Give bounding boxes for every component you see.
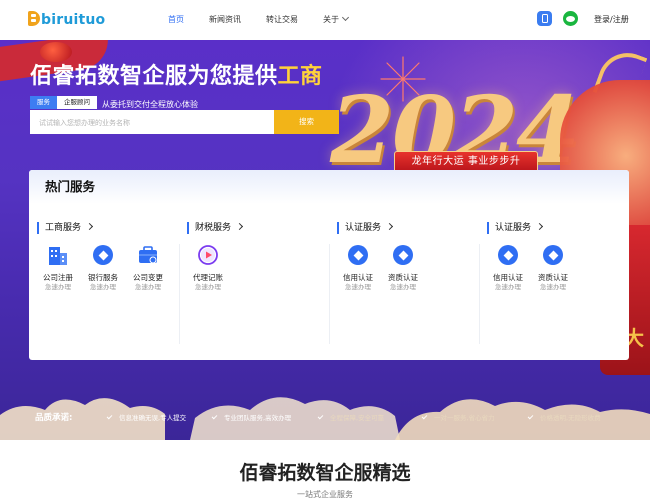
category-business[interactable]: 工商服务: [37, 222, 94, 234]
quality-item: 价格透明,无隐形收费: [527, 413, 601, 423]
section-subtitle: 一站式企业服务: [297, 490, 353, 499]
search-tabs: 服务 企服顾问: [30, 96, 97, 109]
chevron-right-icon: [385, 222, 394, 231]
service-sub: 急速办理: [195, 283, 221, 291]
check-icon: [527, 413, 534, 420]
banner-title-main: 佰睿拓数智企服为您提供: [30, 64, 278, 89]
service-name: 代理记账: [193, 273, 223, 282]
check-icon: [317, 413, 324, 420]
column-divider: [479, 244, 480, 344]
tab-service[interactable]: 服务: [30, 96, 57, 109]
search-box: [30, 110, 275, 136]
service-company-register[interactable]: 公司注册 急速办理: [36, 244, 80, 292]
diamond-icon: [542, 244, 564, 266]
diamond-icon: [347, 244, 369, 266]
hot-services-card: 热门服务 工商服务 公司注册 急速办理 银行服务 急速办理 公司变更 急速办理 …: [29, 170, 629, 360]
quality-item-text: 一对一服务,省心省力: [434, 414, 495, 422]
logo-text: biruituo: [41, 12, 106, 28]
play-icon: [197, 244, 219, 266]
quality-label: 品质承诺:: [35, 413, 73, 423]
category-certification[interactable]: 认证服务: [337, 222, 394, 234]
nav-item-home[interactable]: 首页: [168, 13, 184, 27]
category-label: 认证服务: [345, 223, 382, 233]
service-credit-cert[interactable]: 信用认证 急速办理: [336, 244, 380, 292]
service-name: 公司变更: [133, 273, 163, 282]
nav-about-label: 关于: [323, 15, 339, 24]
section-title: 佰睿拓数智企服精选: [239, 462, 411, 484]
quality-item: 信息准确无误,专人提交: [106, 413, 187, 423]
hot-services-header: [29, 170, 629, 204]
search-input[interactable]: [30, 111, 275, 136]
service-sub: 急速办理: [45, 283, 71, 291]
service-sub: 急速办理: [345, 283, 371, 291]
chevron-right-icon: [535, 222, 544, 231]
check-icon: [421, 413, 428, 420]
quality-item-text: 价格透明,无隐形收费: [540, 414, 601, 422]
quality-item: 专业团队服务,高效办理: [211, 413, 292, 423]
quality-promise-bar: 品质承诺: 信息准确无误,专人提交 专业团队服务,高效办理 全程保障,安全可靠 …: [0, 400, 650, 440]
service-sub: 急速办理: [135, 283, 161, 291]
nav-item-news[interactable]: 新闻资讯: [209, 13, 241, 27]
quality-item: 一对一服务,省心省力: [421, 413, 495, 423]
category-label: 认证服务: [495, 223, 532, 233]
category-label: 财税服务: [195, 223, 232, 233]
wechat-icon[interactable]: [563, 11, 578, 26]
briefcase-icon: [137, 244, 159, 266]
service-company-change[interactable]: 公司变更 急速办理: [126, 244, 170, 292]
column-divider: [179, 244, 180, 344]
check-icon: [211, 413, 218, 420]
service-name: 信用认证: [343, 273, 373, 282]
service-name: 资质认证: [538, 273, 568, 282]
page: biruituo 首页 新闻资讯 转让交易 关于 登录/注册 2024 大 佰睿…: [0, 0, 650, 500]
search-button[interactable]: 搜索: [274, 110, 339, 134]
building-icon: [47, 244, 69, 266]
hot-services-title: 热门服务: [45, 179, 96, 194]
service-bookkeeping[interactable]: 代理记账 急速办理: [186, 244, 230, 292]
column-divider: [329, 244, 330, 344]
mobile-phone-icon[interactable]: [537, 11, 552, 26]
diamond-icon: [392, 244, 414, 266]
service-credit-cert-2[interactable]: 信用认证 急速办理: [486, 244, 530, 292]
service-qualification-cert[interactable]: 资质认证 急速办理: [381, 244, 425, 292]
tab-consultant[interactable]: 企服顾问: [57, 96, 97, 109]
quality-item: 全程保障,安全可靠: [317, 413, 385, 423]
service-name: 公司注册: [43, 273, 73, 282]
service-sub: 急速办理: [540, 283, 566, 291]
service-qualification-cert-2[interactable]: 资质认证 急速办理: [531, 244, 575, 292]
chevron-right-icon: [235, 222, 244, 231]
diamond-icon: [497, 244, 519, 266]
service-name: 信用认证: [493, 273, 523, 282]
quality-item-text: 信息准确无误,专人提交: [119, 414, 187, 422]
service-bank[interactable]: 银行服务 急速办理: [81, 244, 125, 292]
login-register-link[interactable]: 登录/注册: [594, 13, 629, 27]
check-icon: [106, 413, 113, 420]
category-finance-tax[interactable]: 财税服务: [187, 222, 244, 234]
service-name: 资质认证: [388, 273, 418, 282]
site-logo[interactable]: biruituo: [28, 10, 105, 30]
banner-title: 佰睿拓数智企服为您提供工商: [30, 62, 323, 92]
category-label: 工商服务: [45, 223, 82, 233]
service-sub: 急速办理: [90, 283, 116, 291]
category-certification-2[interactable]: 认证服务: [487, 222, 544, 234]
logo-mark-icon: [28, 11, 40, 26]
quality-item-text: 专业团队服务,高效办理: [224, 414, 292, 422]
chevron-right-icon: [85, 222, 94, 231]
chevron-down-icon: [341, 13, 350, 22]
service-sub: 急速办理: [390, 283, 416, 291]
diamond-icon: [92, 244, 114, 266]
nav-item-about[interactable]: 关于: [323, 13, 350, 27]
nav-item-transfer[interactable]: 转让交易: [266, 13, 298, 27]
banner-title-highlight: 工商: [277, 64, 323, 89]
service-name: 银行服务: [88, 273, 118, 282]
top-header: biruituo 首页 新闻资讯 转让交易 关于 登录/注册: [0, 0, 650, 40]
lantern-decoration: [40, 42, 72, 62]
service-sub: 急速办理: [495, 283, 521, 291]
quality-item-text: 全程保障,安全可靠: [330, 414, 385, 422]
